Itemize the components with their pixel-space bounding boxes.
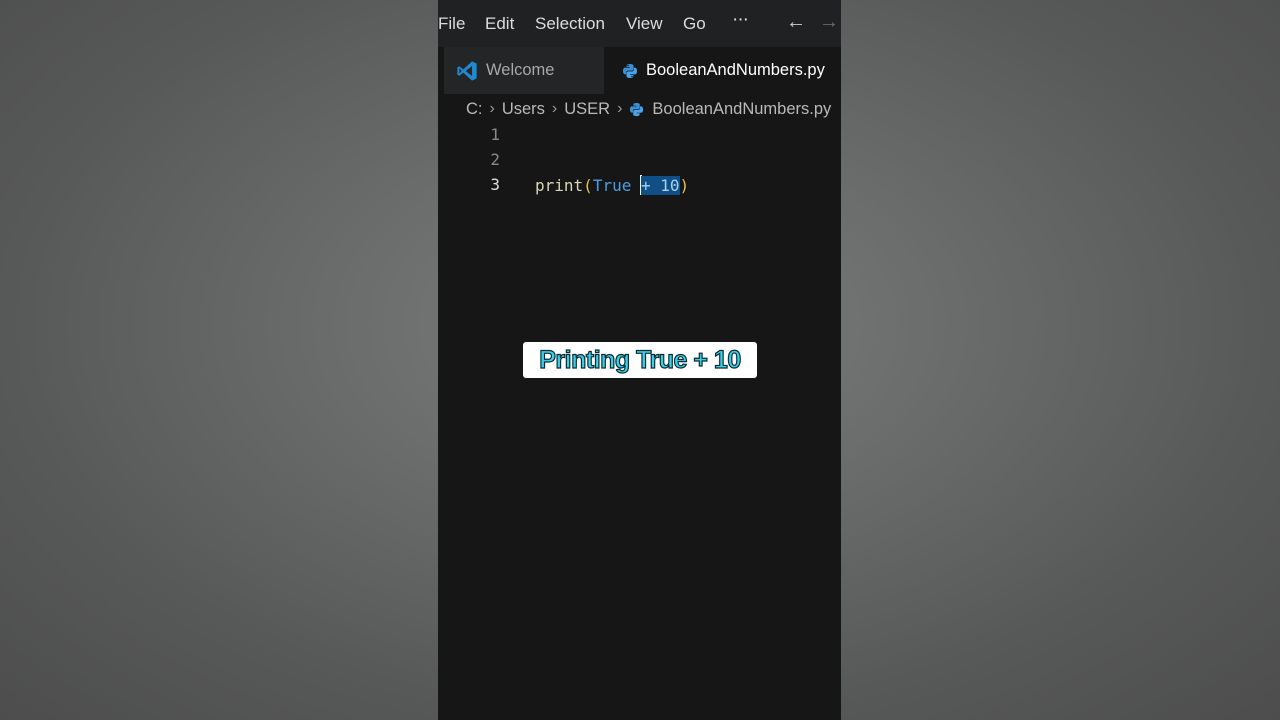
menu-bar: File Edit Selection View Go ··· ← → (438, 0, 841, 47)
tab-bar: Welcome BooleanAndNumbers.py (444, 47, 841, 94)
breadcrumb-drive[interactable]: C: (466, 100, 483, 119)
editor-line: 1 (438, 122, 841, 147)
chevron-right-icon: › (617, 100, 623, 117)
menu-go[interactable]: Go (683, 14, 706, 34)
breadcrumb-file[interactable]: BooleanAndNumbers.py (652, 100, 831, 119)
token-paren: ) (679, 176, 690, 195)
tab-active-label: BooleanAndNumbers.py (646, 61, 825, 79)
menu-selection[interactable]: Selection (535, 14, 605, 34)
token-paren: ( (583, 176, 593, 195)
code-text: print(True + 10) (535, 175, 689, 195)
caption-text: Printing True + 10 (539, 345, 742, 374)
line-number: 2 (490, 150, 500, 169)
tab-welcome[interactable]: Welcome (444, 47, 604, 94)
token-keyword: True (592, 176, 632, 195)
breadcrumb-user[interactable]: USER (564, 100, 610, 119)
menu-file[interactable]: File (438, 14, 465, 34)
more-menu-icon[interactable]: ··· (732, 9, 749, 31)
editor-line: 3 print(True + 10) (438, 172, 841, 197)
breadcrumb-users[interactable]: Users (502, 100, 545, 119)
python-icon (622, 63, 638, 79)
editor-line: 2 (438, 147, 841, 172)
video-caption: Printing True + 10 (523, 342, 757, 378)
vscode-logo-icon (456, 60, 478, 82)
python-icon (629, 102, 644, 117)
menu-edit[interactable]: Edit (485, 14, 514, 34)
chevron-right-icon: › (551, 100, 558, 117)
tab-booleanandnumbers[interactable]: BooleanAndNumbers.py (604, 47, 841, 94)
selected-text: + 10 (640, 176, 680, 195)
forward-arrow-icon[interactable]: → (819, 11, 839, 34)
menu-view[interactable]: View (626, 14, 663, 34)
line-number: 1 (490, 125, 500, 144)
token-function: print (535, 176, 584, 195)
line-number: 3 (490, 175, 500, 194)
tab-welcome-label: Welcome (486, 61, 555, 79)
back-arrow-icon[interactable]: ← (786, 11, 806, 34)
breadcrumb: C: › Users › USER › BooleanAndNumbers.py (466, 98, 831, 120)
chevron-right-icon: › (489, 100, 495, 117)
